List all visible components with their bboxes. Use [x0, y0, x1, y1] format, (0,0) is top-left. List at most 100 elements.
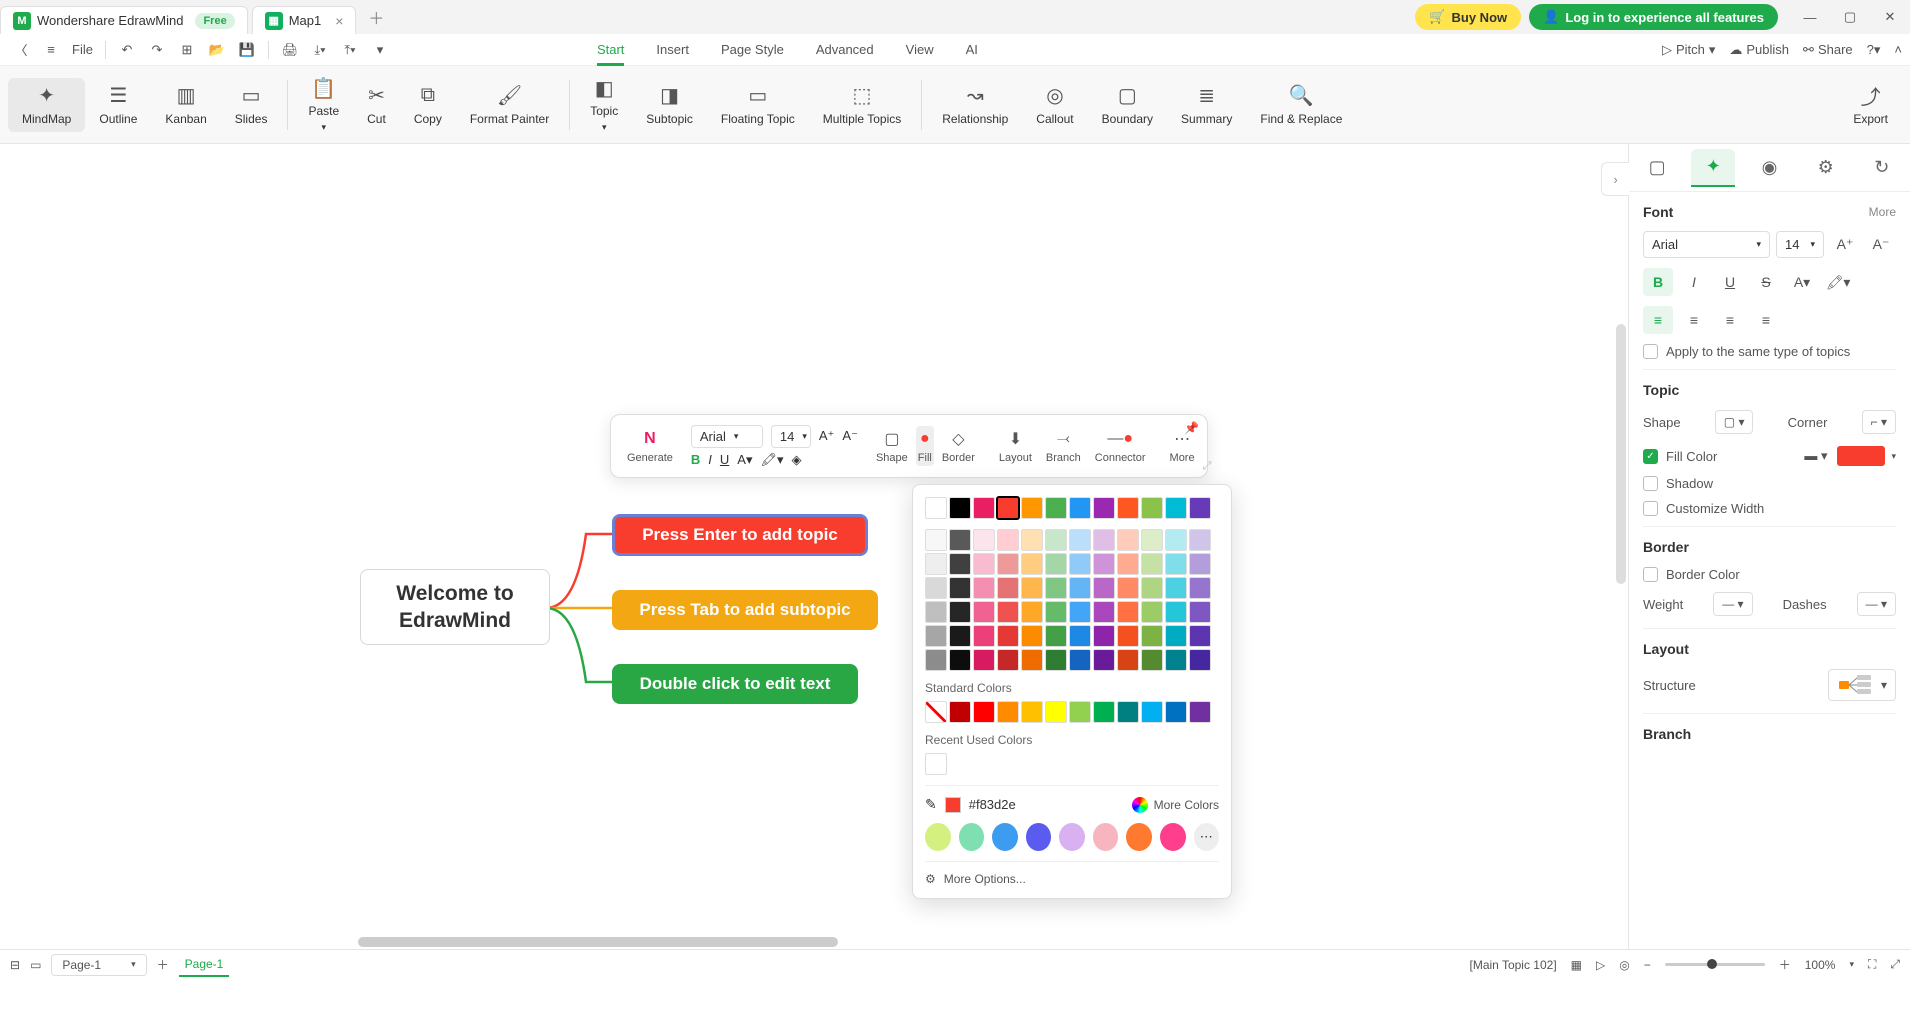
color-swatch[interactable]: [1093, 649, 1115, 671]
color-swatch[interactable]: [1189, 625, 1211, 647]
highlight-button[interactable]: 🖍▾: [760, 452, 783, 468]
panel-tab-page[interactable]: ▢: [1635, 149, 1679, 187]
border-button[interactable]: ◇Border: [936, 428, 981, 464]
file-menu[interactable]: File: [68, 37, 97, 63]
fill-type-select[interactable]: ▬ ▾: [1800, 446, 1831, 466]
color-swatch[interactable]: [949, 601, 971, 623]
copy-button[interactable]: ⧉Copy: [400, 78, 456, 132]
color-swatch[interactable]: [1189, 577, 1211, 599]
presentation-icon[interactable]: ▭: [30, 958, 41, 972]
color-swatch[interactable]: [1141, 553, 1163, 575]
color-swatch[interactable]: [1117, 625, 1139, 647]
underline-button[interactable]: U: [720, 452, 729, 467]
color-swatch[interactable]: [1189, 497, 1211, 519]
login-button[interactable]: 👤 Log in to experience all features: [1529, 4, 1778, 30]
color-swatch[interactable]: [1069, 601, 1091, 623]
panel-tab-settings[interactable]: ⚙: [1804, 149, 1848, 187]
main-topic-2[interactable]: Press Tab to add subtopic: [612, 590, 878, 630]
color-swatch[interactable]: [1117, 497, 1139, 519]
color-swatch[interactable]: [925, 577, 947, 599]
print-icon[interactable]: 🖨: [277, 37, 303, 63]
rp-align-justify[interactable]: ≡: [1751, 306, 1781, 334]
color-swatch[interactable]: [1117, 601, 1139, 623]
rp-align-center[interactable]: ≡: [1679, 306, 1709, 334]
format-painter-button[interactable]: 🖌Format Painter: [456, 78, 563, 132]
color-swatch[interactable]: [925, 497, 947, 519]
central-topic[interactable]: Welcome toEdrawMind: [360, 569, 550, 645]
color-swatch[interactable]: [925, 753, 947, 775]
color-swatch[interactable]: [1045, 625, 1067, 647]
color-swatch[interactable]: [949, 553, 971, 575]
customize-width-checkbox[interactable]: Customize Width: [1643, 501, 1896, 516]
color-swatch[interactable]: [1141, 601, 1163, 623]
color-swatch[interactable]: [925, 625, 947, 647]
color-swatch[interactable]: [1141, 625, 1163, 647]
structure-select[interactable]: ▾: [1828, 669, 1896, 701]
page-select[interactable]: Page-1▾: [51, 954, 146, 976]
open-icon[interactable]: 📂: [204, 37, 230, 63]
rp-increase-font[interactable]: A⁺: [1830, 230, 1860, 258]
export-button[interactable]: ⤴Export: [1839, 78, 1902, 132]
color-swatch[interactable]: [925, 529, 947, 551]
color-swatch[interactable]: [925, 553, 947, 575]
color-swatch[interactable]: [1093, 601, 1115, 623]
font-more-link[interactable]: More: [1869, 205, 1896, 219]
gradient-more-button[interactable]: ⋯: [1194, 823, 1220, 851]
pitch-button[interactable]: ▷Pitch▾: [1662, 42, 1715, 58]
rp-bold-button[interactable]: B: [1643, 268, 1673, 296]
horizontal-scrollbar[interactable]: [0, 935, 1628, 949]
color-swatch[interactable]: [1165, 625, 1187, 647]
color-swatch[interactable]: [1141, 649, 1163, 671]
undo-button[interactable]: ↶: [114, 37, 140, 63]
menu-ai[interactable]: AI: [966, 36, 978, 63]
fill-button[interactable]: ●Fill: [916, 426, 934, 466]
view-kanban[interactable]: ▥Kanban: [151, 78, 220, 132]
color-swatch[interactable]: [949, 649, 971, 671]
color-swatch[interactable]: [949, 497, 971, 519]
weight-select[interactable]: — ▾: [1713, 592, 1752, 616]
shape-select[interactable]: ▢ ▾: [1715, 410, 1754, 434]
add-page-button[interactable]: ＋: [157, 956, 169, 973]
color-swatch[interactable]: [973, 497, 995, 519]
color-swatch[interactable]: [1021, 649, 1043, 671]
font-size-select[interactable]: 14▾: [771, 425, 811, 448]
grid-icon[interactable]: ▦: [1571, 958, 1582, 972]
color-swatch[interactable]: [1045, 529, 1067, 551]
color-swatch[interactable]: [1189, 701, 1211, 723]
new-doc-icon[interactable]: ⊞: [174, 37, 200, 63]
rp-font-family-select[interactable]: Arial▾: [1643, 231, 1770, 258]
color-swatch[interactable]: [1093, 701, 1115, 723]
color-swatch[interactable]: [1165, 577, 1187, 599]
play-status-icon[interactable]: ▷: [1596, 958, 1605, 972]
cut-button[interactable]: ✂Cut: [353, 78, 400, 132]
relationship-button[interactable]: ↝Relationship: [928, 78, 1022, 132]
gradient-preset[interactable]: [959, 823, 985, 851]
decrease-font-icon[interactable]: A⁻: [842, 428, 858, 444]
menu-page-style[interactable]: Page Style: [721, 36, 784, 63]
rp-decrease-font[interactable]: A⁻: [1866, 230, 1896, 258]
topic-button[interactable]: ◧Topic▾: [576, 70, 632, 139]
share-button[interactable]: ⚯Share: [1803, 42, 1853, 58]
color-swatch[interactable]: [1141, 701, 1163, 723]
color-swatch[interactable]: [1165, 701, 1187, 723]
find-replace-button[interactable]: 🔍Find & Replace: [1246, 78, 1356, 132]
vertical-scrollbar[interactable]: [1614, 144, 1628, 935]
more-options-button[interactable]: ⚙ More Options...: [925, 861, 1219, 886]
main-topic-3[interactable]: Double click to edit text: [612, 664, 858, 704]
color-swatch[interactable]: [1117, 701, 1139, 723]
color-swatch[interactable]: [1141, 497, 1163, 519]
color-swatch[interactable]: [1021, 701, 1043, 723]
buy-now-button[interactable]: 🛒 Buy Now: [1415, 4, 1521, 30]
color-swatch[interactable]: [973, 577, 995, 599]
rp-align-left[interactable]: ≡: [1643, 306, 1673, 334]
gradient-preset[interactable]: [992, 823, 1018, 851]
callout-button[interactable]: ◎Callout: [1022, 78, 1087, 132]
color-swatch[interactable]: [1021, 497, 1043, 519]
document-tab[interactable]: ▦ Map1 ×: [252, 6, 357, 34]
redo-button[interactable]: ↷: [144, 37, 170, 63]
floating-topic-button[interactable]: ▭Floating Topic: [707, 78, 809, 132]
multiple-topics-button[interactable]: ⬚Multiple Topics: [809, 78, 915, 132]
gradient-preset[interactable]: [1093, 823, 1119, 851]
color-swatch[interactable]: [949, 625, 971, 647]
color-swatch[interactable]: [1021, 529, 1043, 551]
